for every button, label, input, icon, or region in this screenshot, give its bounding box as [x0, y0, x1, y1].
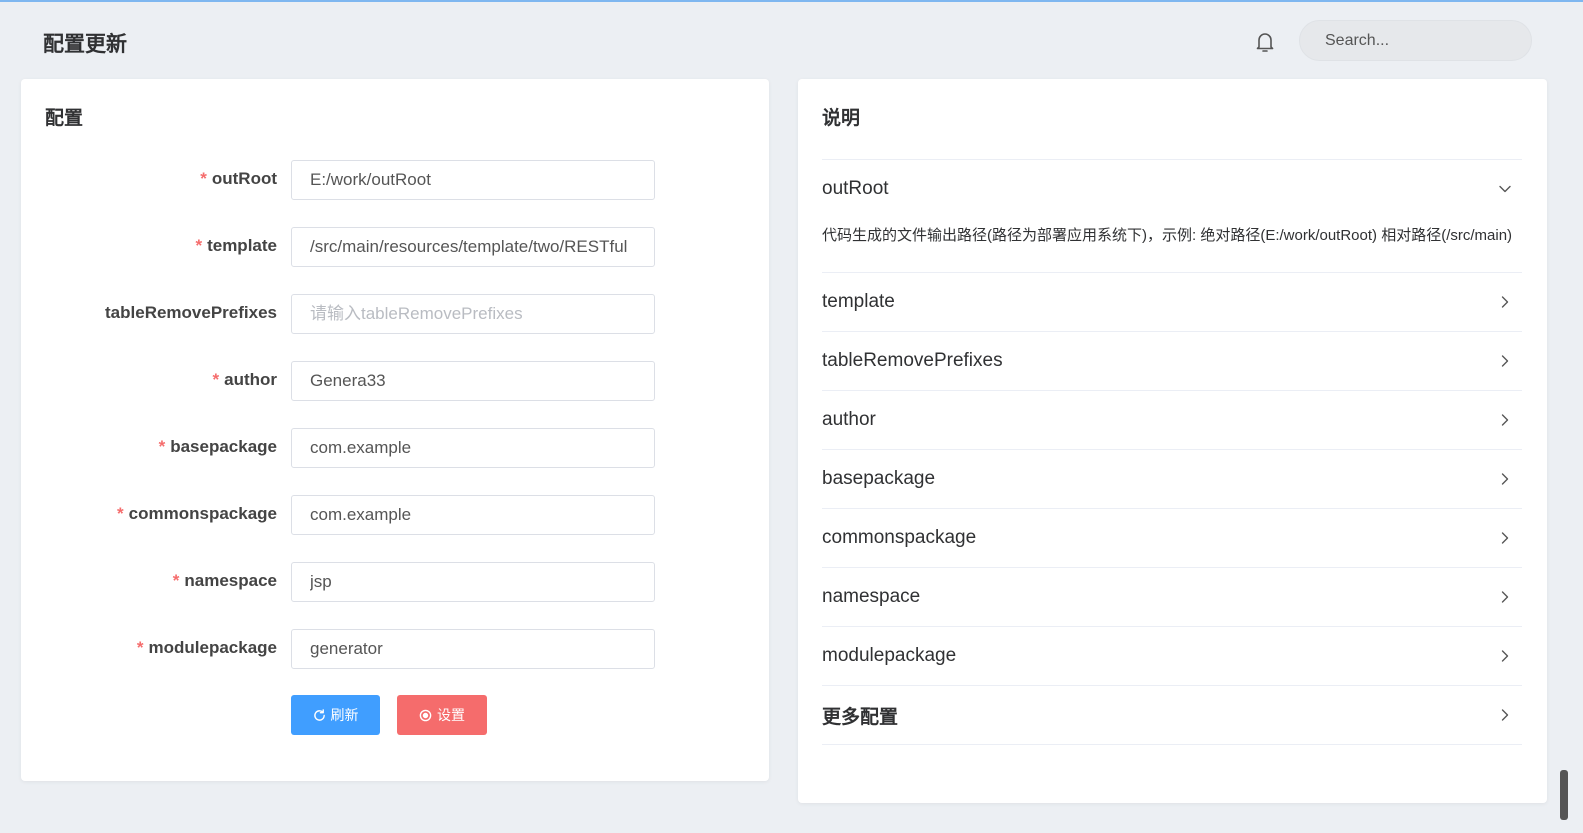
- config-card-title: 配置: [45, 108, 84, 129]
- chevron-right-icon: [1501, 591, 1509, 603]
- refresh-button-label: 刷新: [330, 707, 359, 723]
- form-row-template: * template: [21, 227, 769, 267]
- collapse-item-commonspackage: commonspackage: [822, 509, 1522, 568]
- collapse-header-template[interactable]: template: [822, 273, 1522, 331]
- search-box[interactable]: [1299, 20, 1532, 61]
- required-mark: *: [200, 169, 207, 188]
- form-row-basepackage: * basepackage: [21, 428, 769, 468]
- modulepackage-input[interactable]: [291, 629, 655, 669]
- collapse-item-template: template: [822, 273, 1522, 332]
- namespace-input[interactable]: [291, 562, 655, 602]
- form-row-namespace: * namespace: [21, 562, 769, 602]
- chevron-right-icon: [1501, 414, 1509, 426]
- commonspackage-label: * commonspackage: [117, 504, 277, 523]
- collapse-item-tableremoveprefixes: tableRemovePrefixes: [822, 332, 1522, 391]
- required-mark: *: [172, 571, 180, 590]
- chevron-right-icon: [1501, 709, 1509, 721]
- tableremoveprefixes-input[interactable]: [291, 294, 655, 334]
- author-input[interactable]: [291, 361, 655, 401]
- refresh-icon: [313, 708, 325, 721]
- collapse-header-tableremoveprefixes[interactable]: tableRemovePrefixes: [822, 332, 1522, 390]
- collapse-header-author[interactable]: author: [822, 391, 1522, 449]
- collapse-item-basepackage: basepackage: [822, 450, 1522, 509]
- modulepackage-label: * modulepackage: [136, 638, 277, 657]
- scrollbar-thumb[interactable]: [1560, 770, 1568, 820]
- collapse-header-more-config[interactable]: 更多配置: [822, 686, 1522, 744]
- help-card-title: 说明: [822, 108, 861, 129]
- form-row-tableremoveprefixes: tableRemovePrefixes: [21, 294, 769, 334]
- collapse-title: 更多配置: [822, 706, 899, 728]
- form-row-outroot: * outRoot: [21, 160, 769, 200]
- search-input[interactable]: [1325, 31, 1532, 50]
- chevron-right-icon: [1501, 355, 1509, 367]
- collapse-item-modulepackage: modulepackage: [822, 627, 1522, 686]
- template-input[interactable]: [291, 227, 655, 267]
- collapse-title: namespace: [822, 586, 921, 607]
- collapse-header-modulepackage[interactable]: modulepackage: [822, 627, 1522, 685]
- required-mark: *: [195, 236, 203, 255]
- commonspackage-input[interactable]: [291, 495, 655, 535]
- refresh-button[interactable]: 刷新: [291, 695, 380, 735]
- gear-icon: [419, 709, 432, 721]
- settings-button[interactable]: 设置: [397, 695, 487, 735]
- required-mark: *: [158, 437, 166, 456]
- collapse-title: modulepackage: [822, 645, 957, 666]
- outroot-label: * outRoot: [200, 169, 277, 188]
- chevron-right-icon: [1501, 473, 1509, 485]
- tableremoveprefixes-label: tableRemovePrefixes: [105, 303, 277, 322]
- collapse-header-namespace[interactable]: namespace: [822, 568, 1522, 626]
- settings-button-label: 设置: [437, 707, 465, 723]
- collapse-title: basepackage: [822, 468, 936, 489]
- collapse-title: commonspackage: [822, 527, 977, 548]
- bell-icon[interactable]: [1254, 30, 1276, 54]
- collapse-item-more-config: 更多配置: [822, 686, 1522, 745]
- basepackage-input[interactable]: [291, 428, 655, 468]
- config-card: 配置 *outRoot *template tableRemovePrefixe…: [21, 79, 769, 781]
- collapse-header-basepackage[interactable]: basepackage: [822, 450, 1522, 508]
- page-title: 配置更新: [43, 33, 127, 56]
- template-label: * template: [195, 236, 277, 255]
- top-accent-line: [0, 0, 1583, 2]
- basepackage-label: * basepackage: [158, 437, 277, 456]
- collapse-title: tableRemovePrefixes: [822, 350, 1003, 371]
- chevron-right-icon: [1501, 532, 1509, 544]
- form-row-author: * author: [21, 361, 769, 401]
- collapse-header-commonspackage[interactable]: commonspackage: [822, 509, 1522, 567]
- collapse-header-outroot[interactable]: outRoot: [822, 160, 1522, 218]
- collapse-item-author: author: [822, 391, 1522, 450]
- outroot-input[interactable]: [291, 160, 655, 200]
- author-label: * author: [212, 370, 277, 389]
- required-mark: *: [117, 504, 124, 523]
- collapse-item-outroot: outRoot 代码生成的文件输出路径(路径为部署应用系统下)，示例: 绝对路径…: [822, 160, 1522, 273]
- collapse-title: template: [822, 291, 895, 312]
- required-mark: *: [136, 638, 144, 657]
- chevron-down-icon: [1499, 185, 1511, 193]
- collapse-title: author: [822, 409, 876, 430]
- collapse-content-outroot: 代码生成的文件输出路径(路径为部署应用系统下)，示例: 绝对路径(E:/work…: [822, 227, 1513, 244]
- help-collapse: outRoot 代码生成的文件输出路径(路径为部署应用系统下)，示例: 绝对路径…: [822, 159, 1522, 745]
- chevron-right-icon: [1501, 650, 1509, 662]
- required-mark: *: [212, 370, 220, 389]
- collapse-title: outRoot: [822, 178, 889, 199]
- form-row-modulepackage: * modulepackage: [21, 629, 769, 669]
- form-row-commonspackage: * commonspackage: [21, 495, 769, 535]
- namespace-label: * namespace: [172, 571, 277, 590]
- help-card: 说明 outRoot 代码生成的文件输出路径(路径为部署应用系统下)，示例: 绝…: [798, 79, 1547, 803]
- chevron-right-icon: [1501, 296, 1509, 308]
- collapse-item-namespace: namespace: [822, 568, 1522, 627]
